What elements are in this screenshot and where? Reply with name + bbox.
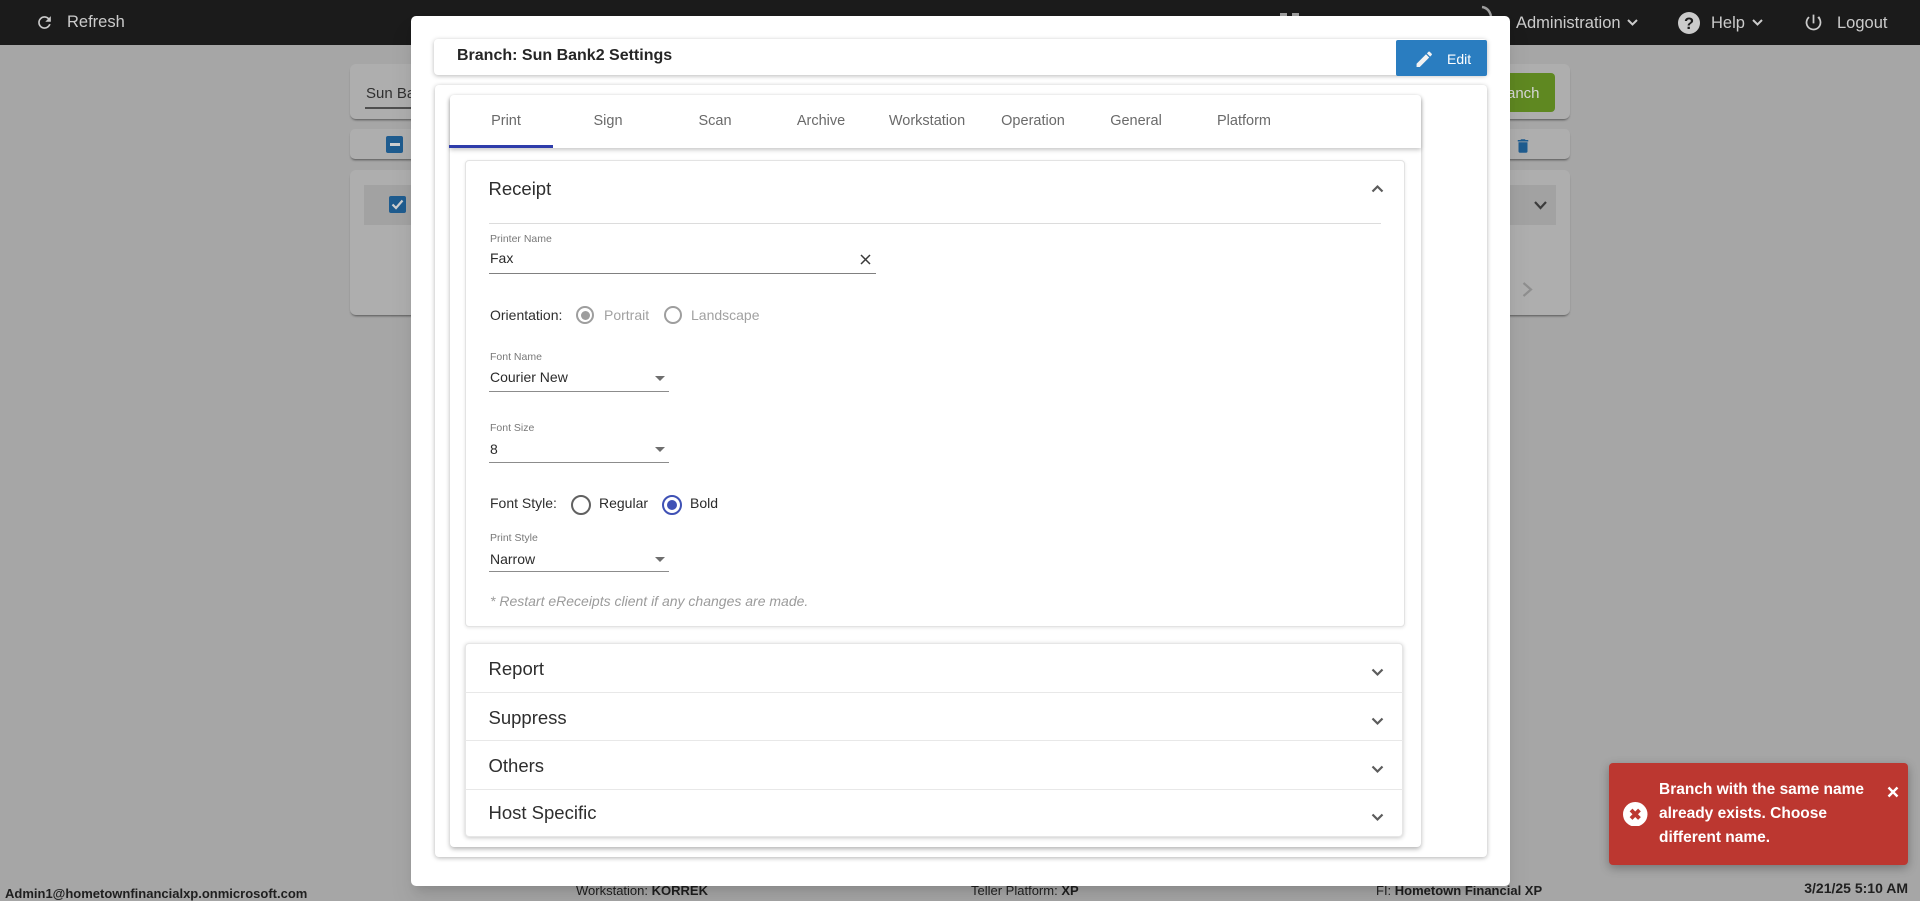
svg-text:?: ? [1684, 15, 1694, 33]
